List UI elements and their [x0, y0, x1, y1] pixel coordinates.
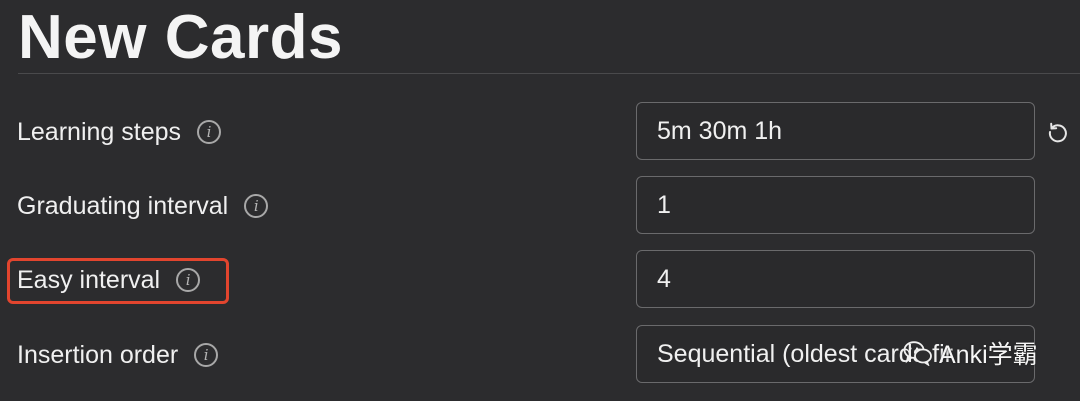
easy-interval-input[interactable]: 4 [636, 250, 1035, 308]
info-icon[interactable]: i [176, 268, 201, 292]
watermark: Anki学霸 [903, 338, 1038, 369]
wechat-icon [903, 341, 932, 366]
graduating-interval-label-group: Graduating interval i [17, 176, 269, 236]
info-icon[interactable]: i [194, 343, 219, 367]
info-icon[interactable]: i [197, 120, 222, 144]
learning-steps-input[interactable]: 5m 30m 1h [636, 102, 1035, 160]
easy-interval-label: Easy interval [17, 265, 161, 294]
easy-interval-row: Easy interval i 4 [0, 250, 1080, 310]
learning-steps-label: Learning steps [17, 117, 182, 146]
page-title: New Cards [18, 3, 343, 72]
graduating-interval-input[interactable]: 1 [636, 176, 1035, 234]
reset-icon[interactable] [1046, 120, 1070, 144]
learning-steps-label-group: Learning steps i [17, 102, 222, 162]
learning-steps-row: Learning steps i 5m 30m 1h [0, 102, 1080, 162]
title-divider [18, 73, 1080, 74]
watermark-text: Anki学霸 [939, 341, 1038, 369]
graduating-interval-row: Graduating interval i 1 [0, 176, 1080, 236]
info-icon[interactable]: i [244, 194, 269, 218]
easy-interval-label-group: Easy interval i [17, 250, 201, 310]
insertion-order-label: Insertion order [17, 340, 179, 369]
insertion-order-label-group: Insertion order i [17, 325, 219, 385]
graduating-interval-label: Graduating interval [17, 191, 229, 220]
